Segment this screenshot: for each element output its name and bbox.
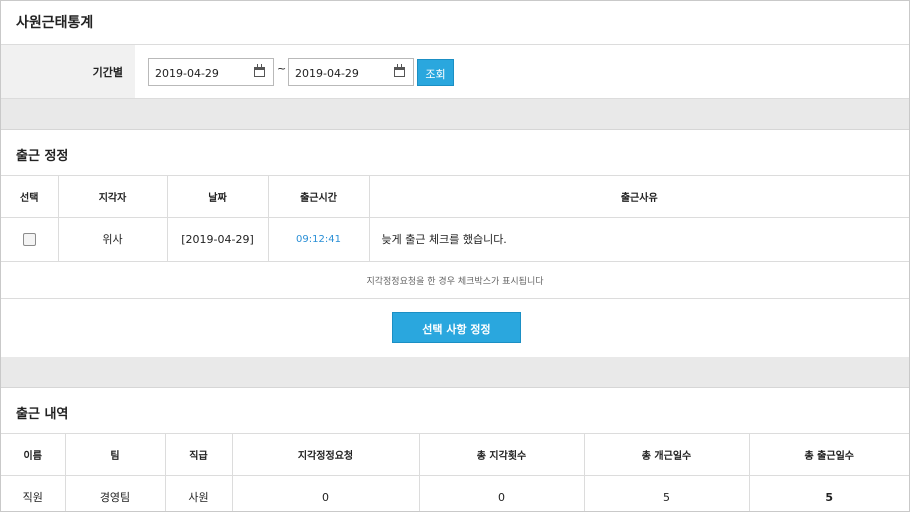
total-late-cell: 0 [419, 475, 585, 511]
late-person-cell: 위사 [58, 217, 168, 262]
history-table: 이름 팀 직급 지각정정요청 총 지각횟수 총 개근일수 총 출근일수 직원 경… [1, 434, 909, 511]
col-checkin-time: 출근시간 [268, 176, 370, 218]
row-checkbox[interactable] [22, 232, 36, 246]
select-cell [1, 217, 59, 262]
checkin-time-cell: 09:12:41 [268, 217, 370, 262]
filter-label-cell: 기간별 [1, 45, 135, 98]
correction-section-title: 출근 정정 [1, 130, 909, 176]
history-section-title: 출근 내역 [1, 388, 909, 434]
correction-table: 선택 지각자 날짜 출근시간 출근사유 위사 [2019-04-29] 09:1… [1, 176, 909, 262]
attendance-stats-panel: 사원근태통계 기간별 2019-04-29 ~ 2019-04-29 조회 출근… [0, 0, 910, 512]
calendar-icon[interactable] [254, 64, 265, 77]
date-cell: [2019-04-29] [167, 217, 269, 262]
col-name: 이름 [1, 434, 66, 476]
period-filter-row: 기간별 2019-04-29 ~ 2019-04-29 조회 [1, 45, 909, 99]
late-requests-cell: 0 [232, 475, 420, 511]
correction-action-area: 선택 사항 정정 [1, 299, 909, 357]
name-cell: 직원 [1, 475, 66, 511]
date-range-separator: ~ [277, 62, 287, 75]
calendar-icon[interactable] [394, 64, 405, 77]
col-reason: 출근사유 [369, 176, 909, 218]
col-work-days: 총 출근일수 [749, 434, 909, 476]
end-date-input[interactable]: 2019-04-29 [288, 58, 414, 86]
col-date: 날짜 [167, 176, 269, 218]
perfect-days-cell: 5 [584, 475, 750, 511]
end-date-value: 2019-04-29 [295, 67, 359, 80]
table-row: 직원 경영팀 사원 0 0 5 5 [1, 475, 909, 511]
table-row: 위사 [2019-04-29] 09:12:41 늦게 출근 체크를 했습니다. [1, 217, 909, 262]
section-divider [1, 99, 909, 130]
start-date-value: 2019-04-29 [155, 67, 219, 80]
checkbox-notice: 지각정정요청을 한 경우 체크박스가 표시됩니다 [1, 262, 909, 299]
col-total-late: 총 지각횟수 [419, 434, 585, 476]
page-title: 사원근태통계 [1, 1, 909, 45]
col-select: 선택 [1, 176, 59, 218]
correction-header-row: 선택 지각자 날짜 출근시간 출근사유 [1, 176, 909, 218]
start-date-input[interactable]: 2019-04-29 [148, 58, 274, 86]
section-divider [1, 357, 909, 388]
history-header-row: 이름 팀 직급 지각정정요청 총 지각횟수 총 개근일수 총 출근일수 [1, 434, 909, 476]
correct-selected-button[interactable]: 선택 사항 정정 [392, 312, 521, 343]
period-label: 기간별 [92, 66, 123, 79]
rank-cell: 사원 [165, 475, 233, 511]
work-days-cell: 5 [749, 475, 909, 511]
col-rank: 직급 [165, 434, 233, 476]
col-late-person: 지각자 [58, 176, 168, 218]
col-perfect-days: 총 개근일수 [584, 434, 750, 476]
col-team: 팀 [65, 434, 166, 476]
reason-cell: 늦게 출근 체크를 했습니다. [369, 217, 909, 262]
search-button[interactable]: 조회 [417, 59, 454, 86]
team-cell: 경영팀 [65, 475, 166, 511]
col-late-requests: 지각정정요청 [232, 434, 420, 476]
